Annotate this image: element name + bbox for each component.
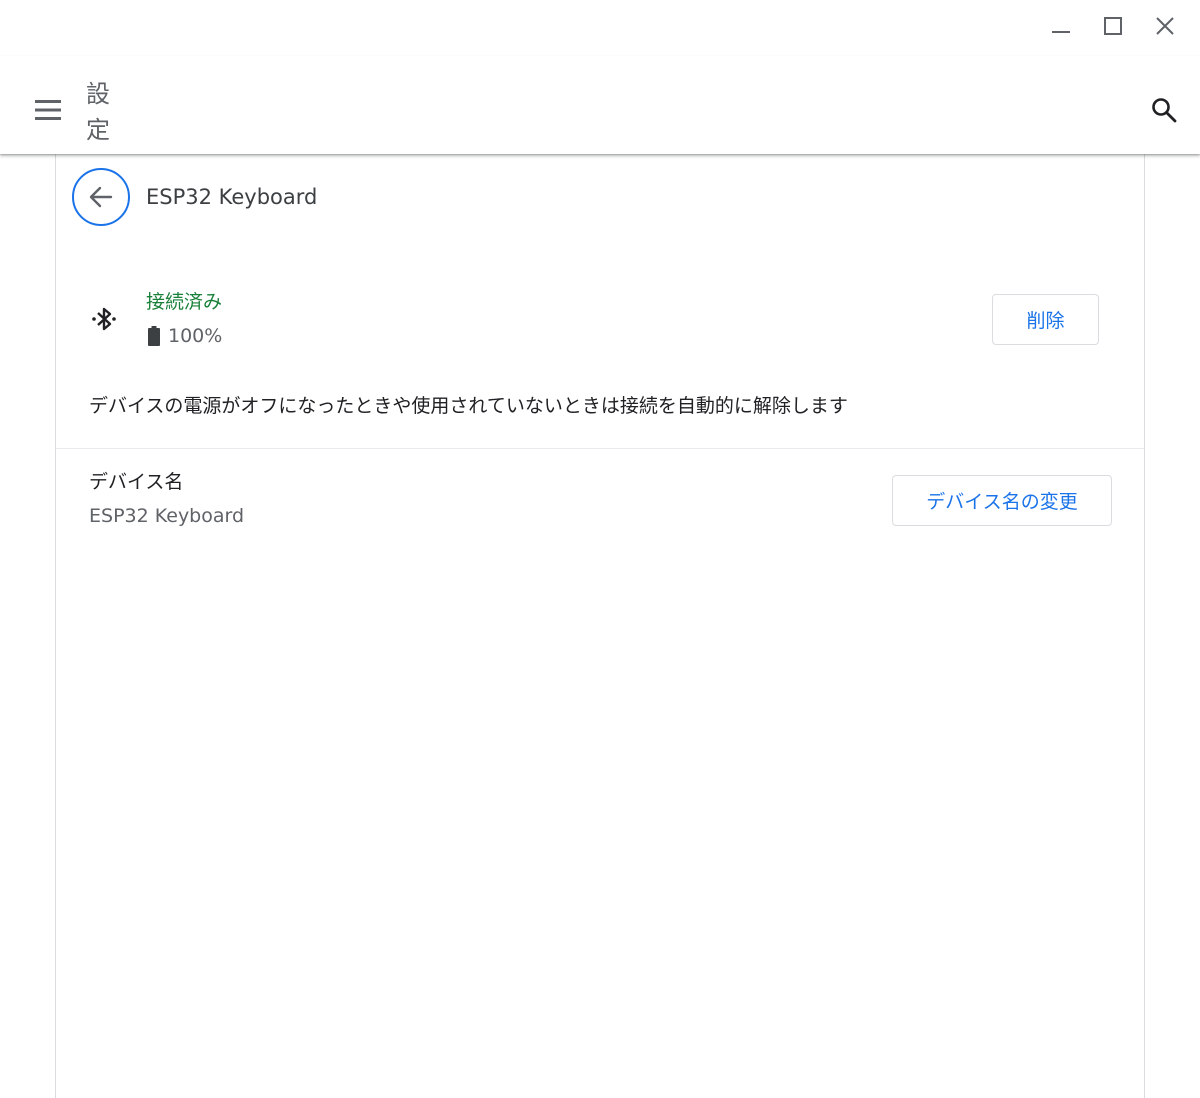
window-controls <box>1036 8 1190 44</box>
battery-status: 100% <box>148 322 222 350</box>
maximize-icon <box>1104 17 1122 35</box>
app-header: 設定 <box>0 56 1200 154</box>
section-divider <box>56 448 1144 449</box>
back-button[interactable] <box>72 168 130 226</box>
maximize-button[interactable] <box>1088 8 1138 44</box>
search-icon <box>1152 98 1177 123</box>
minimize-button[interactable] <box>1036 8 1086 44</box>
connection-status: 接続済み <box>146 291 223 313</box>
device-name-value: ESP32 Keyboard <box>89 505 245 527</box>
arrow-back-icon <box>89 186 113 208</box>
auto-disconnect-description: デバイスの電源がオフになったときや使用されていないときは接続を自動的に解除します <box>89 395 848 417</box>
remove-device-button[interactable]: 削除 <box>992 294 1099 345</box>
menu-button[interactable] <box>26 90 70 130</box>
device-name-label: デバイス名 <box>89 471 184 493</box>
bluetooth-connected-icon <box>92 307 116 331</box>
settings-window: 設定 ESP32 Keyboard 接続済み 100% 削除 デバイスの電源がオ… <box>0 0 1200 1098</box>
search-button[interactable] <box>1146 92 1182 128</box>
close-button[interactable] <box>1140 8 1190 44</box>
battery-level: 100% <box>168 325 223 347</box>
battery-full-icon <box>148 326 160 346</box>
device-detail-card: ESP32 Keyboard 接続済み 100% 削除 デバイスの電源がオフにな… <box>55 154 1145 1098</box>
page-title: ESP32 Keyboard <box>146 185 318 209</box>
hamburger-menu-icon <box>35 100 61 120</box>
app-title: 設定 <box>86 80 110 144</box>
minimize-icon <box>1052 31 1070 33</box>
close-icon <box>1156 17 1174 35</box>
rename-device-button[interactable]: デバイス名の変更 <box>892 475 1112 526</box>
